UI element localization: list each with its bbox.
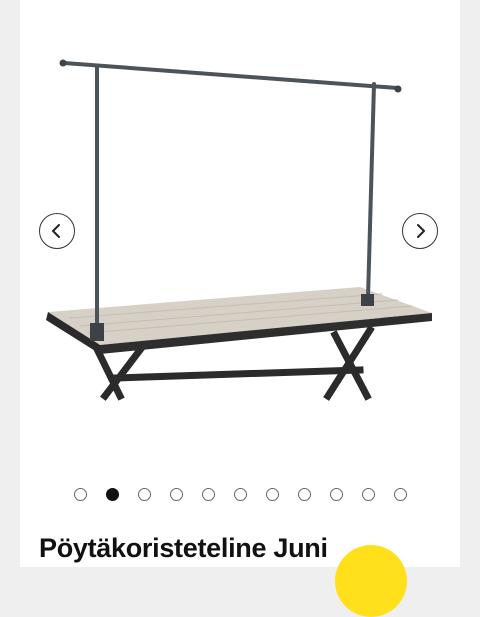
carousel-dot[interactable] — [297, 488, 311, 501]
carousel-dot[interactable] — [393, 488, 407, 501]
carousel-dot[interactable] — [265, 488, 279, 501]
price-badge — [335, 545, 407, 617]
carousel-dot[interactable] — [105, 488, 119, 501]
carousel-dot[interactable] — [169, 488, 183, 501]
carousel-dot[interactable] — [361, 488, 375, 501]
chevron-right-icon — [417, 224, 425, 238]
carousel-dot[interactable] — [233, 488, 247, 501]
carousel-dot[interactable] — [329, 488, 343, 501]
carousel-dot[interactable] — [137, 488, 151, 501]
carousel-dot[interactable] — [73, 488, 87, 501]
carousel-dots — [20, 488, 460, 502]
carousel-dot[interactable] — [201, 488, 215, 501]
product-title: Pöytäkoristeteline Juni — [39, 533, 328, 563]
chevron-left-icon — [52, 224, 60, 238]
image-gallery — [20, 0, 460, 470]
product-image — [46, 59, 432, 401]
previous-image-button[interactable] — [39, 213, 75, 249]
next-image-button[interactable] — [402, 213, 438, 249]
